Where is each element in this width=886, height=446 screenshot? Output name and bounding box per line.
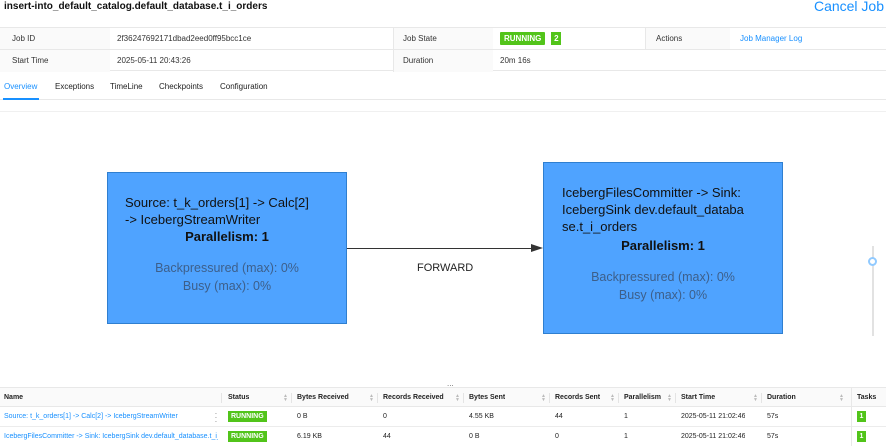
- col-header-bytes-sent[interactable]: Bytes Sent: [469, 388, 505, 408]
- start-time-label: Start Time: [0, 50, 110, 72]
- job-manager-log-link[interactable]: Job Manager Log: [740, 34, 802, 43]
- graph-edge-line: [347, 248, 533, 249]
- column-divider: [291, 393, 292, 403]
- active-tab-indicator: [3, 98, 39, 100]
- vertices-table: Name Status ▲ ▼ Bytes Received ▲ ▼ Records…: [0, 387, 886, 446]
- sort-icon[interactable]: ▲ ▼: [753, 394, 758, 403]
- node-sink-backpressured: Backpressured (max): 0%: [591, 270, 735, 284]
- node-sink-title: IcebergFilesCommitter -> Sink: IcebergSi…: [544, 163, 782, 235]
- zoom-slider-handle[interactable]: [868, 257, 877, 266]
- col-header-status[interactable]: Status: [228, 388, 249, 408]
- job-info-table: Job ID 2f36247692171dbad2eed0ff95bcc1ce …: [0, 27, 886, 72]
- job-detail-page: insert-into_default_catalog.default_data…: [0, 0, 886, 446]
- col-header-records-sent[interactable]: Records Sent: [555, 388, 600, 408]
- info-row-2: Start Time 2025-05-11 20:43:26 Duration …: [0, 49, 886, 72]
- tab-exceptions[interactable]: Exceptions: [55, 82, 94, 91]
- job-state-badge: RUNNING: [500, 32, 546, 46]
- vertex-name-link[interactable]: Source: t_k_orders[1] -> Calc[2] -> Iceb…: [4, 407, 218, 427]
- node-source-title-line1: Source: t_k_orders[1] -> Calc[2]: [125, 195, 309, 210]
- info-empty-cell: [645, 50, 730, 72]
- records-sent-cell: 44: [555, 413, 563, 420]
- bytes-sent-cell: 4.55 KB: [469, 413, 494, 420]
- records-sent-cell: 0: [555, 433, 559, 440]
- column-divider: [463, 393, 464, 403]
- start-time-value: 2025-05-11 20:43:26: [117, 56, 191, 65]
- tab-overview[interactable]: Overview: [4, 82, 37, 91]
- tab-configuration[interactable]: Configuration: [220, 82, 268, 91]
- duration-value: 20m 16s: [500, 56, 531, 65]
- column-divider: [549, 393, 550, 403]
- col-header-duration[interactable]: Duration: [767, 388, 796, 408]
- records-received-cell: 44: [383, 433, 391, 440]
- actions-label: Actions: [645, 28, 730, 50]
- cancel-job-button[interactable]: Cancel Job: [814, 0, 884, 14]
- node-source-parallelism: Parallelism: 1: [185, 229, 269, 244]
- sort-icon[interactable]: ▲ ▼: [541, 394, 546, 403]
- vertex-status-cell: RUNNING: [228, 427, 267, 446]
- bytes-received-cell: 6.19 KB: [297, 433, 322, 440]
- tab-timeline[interactable]: TimeLine: [110, 82, 143, 91]
- node-sink-title-line1: IcebergFilesCommitter -> Sink:: [562, 185, 741, 200]
- node-sink-title-line3: se.t_i_orders: [562, 219, 638, 234]
- col-header-parallelism[interactable]: Parallelism: [624, 388, 661, 408]
- job-tabs: Overview Exceptions TimeLine Checkpoints…: [0, 76, 886, 100]
- table-row[interactable]: IcebergFilesCommitter -> Sink: IcebergSi…: [0, 427, 886, 446]
- sort-icon[interactable]: ▲ ▼: [455, 394, 460, 403]
- bytes-received-cell: 0 B: [297, 413, 308, 420]
- bytes-sent-cell: 0 B: [469, 433, 480, 440]
- duration-cell: 57s: [767, 413, 779, 420]
- graph-node-source[interactable]: Source: t_k_orders[1] -> Calc[2] -> Iceb…: [107, 172, 347, 324]
- parallelism-cell: 1: [624, 413, 628, 420]
- column-divider: [761, 393, 762, 403]
- table-row[interactable]: Source: t_k_orders[1] -> Calc[2] -> Iceb…: [0, 407, 886, 427]
- column-divider: [377, 393, 378, 403]
- node-source-backpressured: Backpressured (max): 0%: [155, 261, 299, 275]
- node-sink-parallelism: Parallelism: 1: [621, 238, 705, 253]
- tab-checkpoints[interactable]: Checkpoints: [159, 82, 203, 91]
- vertex-status-cell: RUNNING: [228, 407, 267, 427]
- tasks-column-divider: [851, 387, 886, 446]
- duration-cell: 57s: [767, 433, 779, 440]
- col-header-bytes-received[interactable]: Bytes Received: [297, 388, 349, 408]
- node-source-title: Source: t_k_orders[1] -> Calc[2] -> Iceb…: [108, 173, 346, 228]
- sort-icon[interactable]: ▲ ▼: [667, 394, 672, 403]
- status-badge: RUNNING: [228, 430, 267, 442]
- status-badge: RUNNING: [228, 410, 267, 422]
- duration-label: Duration: [393, 50, 493, 72]
- graph-node-sink[interactable]: IcebergFilesCommitter -> Sink: IcebergSi…: [543, 162, 783, 334]
- records-received-cell: 0: [383, 413, 387, 420]
- col-header-start-time[interactable]: Start Time: [681, 388, 715, 408]
- job-id-value: 2f36247692171dbad2eed0ff95bcc1ce: [117, 34, 252, 43]
- job-state-count-badge: 2: [551, 32, 562, 46]
- job-state-label: Job State: [393, 28, 493, 50]
- col-header-records-received[interactable]: Records Received: [383, 388, 444, 408]
- parallelism-cell: 1: [624, 433, 628, 440]
- sort-icon[interactable]: ▲ ▼: [369, 394, 374, 403]
- sort-icon[interactable]: ▲ ▼: [610, 394, 615, 403]
- graph-edge-arrow-icon: [531, 244, 543, 252]
- more-options-icon[interactable]: · · ·: [213, 410, 219, 426]
- node-sink-busy: Busy (max): 0%: [618, 288, 708, 302]
- column-divider: [221, 393, 222, 403]
- graph-edge-label: FORWARD: [417, 262, 474, 274]
- actions-cell: Job Manager Log: [730, 28, 886, 50]
- node-sink-title-line2: IcebergSink dev.default_databa: [562, 202, 744, 217]
- column-divider: [618, 393, 619, 403]
- job-id-label: Job ID: [0, 28, 110, 50]
- job-state-cell: RUNNING 2: [493, 28, 645, 50]
- node-source-title-line2: -> IcebergStreamWriter: [125, 212, 261, 227]
- start-time-cell: 2025-05-11 21:02:46: [681, 433, 746, 440]
- sort-icon[interactable]: ▲ ▼: [839, 394, 844, 403]
- sort-icon[interactable]: ▲ ▼: [283, 394, 288, 403]
- vertex-name-link[interactable]: IcebergFilesCommitter -> Sink: IcebergSi…: [4, 427, 218, 446]
- col-header-name[interactable]: Name: [4, 388, 218, 408]
- node-source-busy: Busy (max): 0%: [182, 279, 272, 293]
- info-row-1: Job ID 2f36247692171dbad2eed0ff95bcc1ce …: [0, 27, 886, 50]
- table-header-row: Name Status ▲ ▼ Bytes Received ▲ ▼ Records…: [0, 387, 886, 407]
- job-title: insert-into_default_catalog.default_data…: [4, 1, 268, 12]
- column-divider: [675, 393, 676, 403]
- start-time-cell: 2025-05-11 21:02:46: [681, 413, 746, 420]
